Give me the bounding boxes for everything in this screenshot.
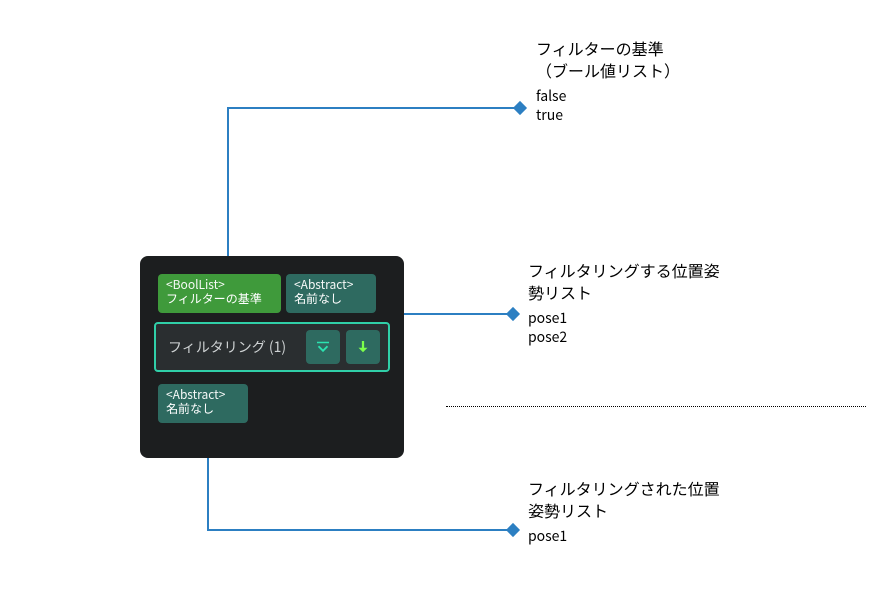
collapse-icon[interactable] bbox=[306, 330, 340, 364]
port-name-label: 名前なし bbox=[294, 292, 368, 306]
annotation-item: pose1 bbox=[528, 527, 828, 546]
filter-operation-block[interactable]: フィルタリング (1) bbox=[154, 322, 390, 372]
diagram-canvas: <BoolList> フィルターの基準 <Abstract> 名前なし フィルタ… bbox=[0, 0, 883, 612]
annotation-title-line: フィルタリングする位置姿 bbox=[528, 260, 828, 282]
insert-down-icon[interactable] bbox=[346, 330, 380, 364]
annotation-pose-input: フィルタリングする位置姿 勢リスト pose1 pose2 bbox=[528, 260, 828, 347]
port-type-label: <Abstract> bbox=[294, 278, 368, 292]
annotation-item: pose2 bbox=[528, 328, 828, 347]
annotation-pose-output: フィルタリングされた位置 姿勢リスト pose1 bbox=[528, 478, 828, 546]
annotation-filter-basis: フィルターの基準 （ブール値リスト） false true bbox=[536, 38, 836, 125]
operation-label: フィルタリング (1) bbox=[168, 337, 286, 357]
annotation-title-line: フィルタリングされた位置 bbox=[528, 478, 828, 500]
port-bool-input[interactable]: <BoolList> フィルターの基準 bbox=[158, 274, 281, 313]
port-name-label: 名前なし bbox=[166, 402, 240, 416]
annotation-title-line: 姿勢リスト bbox=[528, 500, 828, 522]
annotation-item: false bbox=[536, 87, 836, 106]
annotation-item: true bbox=[536, 106, 836, 125]
annotation-title-line: フィルターの基準 bbox=[536, 38, 836, 60]
annotation-item: pose1 bbox=[528, 309, 828, 328]
annotation-title-line: 勢リスト bbox=[528, 282, 828, 304]
port-name-label: フィルターの基準 bbox=[166, 292, 273, 306]
port-abstract-output[interactable]: <Abstract> 名前なし bbox=[158, 384, 248, 423]
port-type-label: <Abstract> bbox=[166, 388, 240, 402]
port-type-label: <BoolList> bbox=[166, 278, 273, 292]
filter-node[interactable]: <BoolList> フィルターの基準 <Abstract> 名前なし フィルタ… bbox=[140, 256, 404, 458]
annotation-title-line: （ブール値リスト） bbox=[536, 60, 836, 82]
separator-line bbox=[446, 406, 866, 407]
port-abstract-input[interactable]: <Abstract> 名前なし bbox=[286, 274, 376, 313]
